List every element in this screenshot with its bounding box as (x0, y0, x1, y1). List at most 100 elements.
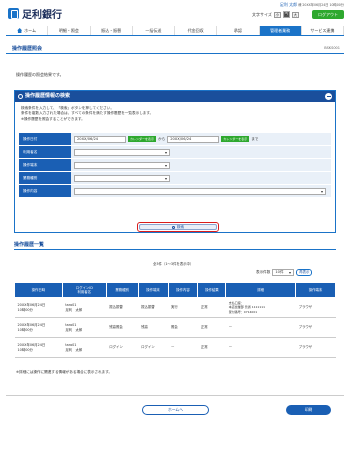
terminal-select[interactable] (74, 161, 170, 169)
cell-terminal: 残高 (138, 317, 168, 338)
cell-datetime: 20XX年06月24日 10時00分 (14, 297, 63, 318)
bank-logo[interactable]: 足利銀行 (8, 6, 62, 21)
category-label: 業務種別 (19, 172, 71, 184)
cell-detail: ー (225, 317, 296, 338)
table-row: 20XX年06月24日 10時00分 taro01 足利 太郎 残高照会 残高 … (14, 317, 336, 338)
cell-user: taro01 足利 太郎 (62, 297, 107, 318)
home-button[interactable]: ホームへ (142, 405, 209, 415)
nav-item-admin[interactable]: 管理者業務 (259, 26, 302, 35)
nav-item-approval[interactable]: 承認 (217, 26, 260, 35)
user-info: 足利 太郎 様 20XX年06月24日 10時00分 (280, 2, 344, 8)
per-page-control: 表示件数 10件 再表示 (256, 269, 313, 276)
column-header: 詳細 (225, 282, 297, 298)
user-select[interactable] (74, 148, 170, 156)
cell-datetime: 20XX年06月24日 10時00分 (14, 337, 63, 358)
user-label: 利用者名 (19, 146, 71, 158)
search-button-label: 検索 (176, 224, 185, 229)
date-from-calendar-button[interactable]: カレンダーを表示 (128, 136, 157, 142)
content-label: 操作内容 (19, 185, 71, 197)
history-table: 操作日時 ログインID 利用者名 業務種別 操作端末 操作内容 操作結果 詳細 … (14, 282, 336, 358)
date-to-sep: まで (251, 136, 259, 141)
date-range: 20XX/06/24 カレンダーを表示 から 20XX/06/24 カレンダーを… (71, 133, 331, 145)
search-panel-header: 操作履歴情報の検索 (15, 91, 335, 102)
font-size-medium-button[interactable]: 中 (282, 11, 290, 18)
nav-item-services[interactable]: サービス連携 (302, 26, 344, 35)
global-nav: ホーム 明細・照会 振込・振替 一括伝送 代金回収 承認 管理者業務 サービス連… (6, 26, 344, 36)
column-header: ログインID 利用者名 (61, 282, 107, 298)
page-header: 操作履歴照会 BSKS001 (6, 42, 344, 54)
bank-logo-icon (8, 8, 19, 19)
cell-detail: 支払口座： 本店営業部 普通 1111111 受付番号：0714001 (225, 297, 296, 318)
redisplay-button[interactable]: 再表示 (296, 269, 313, 276)
user-name: 足利 太郎 (279, 2, 298, 7)
form-row-category: 業務種別 (19, 172, 331, 185)
page-title: 操作履歴照会 (12, 46, 43, 52)
cell-result: 正常 (197, 297, 226, 318)
search-button-highlight: 検索 (137, 222, 219, 232)
search-icon (171, 225, 175, 229)
cell-terminal: 振込振替 (138, 297, 168, 318)
logout-button[interactable]: ログアウト (312, 10, 344, 19)
search-notes: 検索条件を入力して、「検索」ボタンを押してください。 条件を複数入力された場合は… (15, 102, 335, 126)
search-button[interactable]: 検索 (139, 224, 217, 230)
column-header: 操作内容 (167, 282, 199, 298)
cell-content: ー (168, 337, 198, 358)
table-row: 20XX年06月24日 10時00分 taro01 足利 太郎 振込振替 振込振… (14, 297, 336, 318)
cell-device: ブラウザ (295, 317, 336, 338)
font-size-control: 文字サイズ 小 中 大 (252, 11, 299, 18)
nav-item-home[interactable]: ホーム (6, 26, 49, 35)
column-header: 操作端末 (295, 282, 336, 298)
cell-device: ブラウザ (295, 297, 336, 318)
nav-item-collection[interactable]: 代金回収 (175, 26, 218, 35)
search-form: 操作日付 20XX/06/24 カレンダーを表示 から 20XX/06/24 カ… (19, 133, 331, 198)
content-select[interactable] (74, 187, 326, 195)
last-login: 20XX年06月24日 10時00分 (302, 3, 344, 7)
cell-category: ログイン (106, 337, 139, 358)
result-count: 全3件（1〜3件を表示中） (153, 262, 194, 266)
search-icon (18, 94, 23, 99)
print-button[interactable]: 印刷 (286, 405, 331, 415)
font-size-large-button[interactable]: 大 (291, 11, 299, 18)
font-size-small-button[interactable]: 小 (273, 11, 281, 18)
bank-name: 足利銀行 (22, 10, 62, 21)
cell-datetime: 20XX年06月24日 10時00分 (14, 317, 63, 338)
search-panel-title: 操作履歴情報の検索 (25, 93, 71, 99)
page-code: BSKS001 (324, 46, 340, 50)
cell-result: 正常 (197, 337, 226, 358)
cell-category: 残高照会 (106, 317, 139, 338)
nav-item-transfers[interactable]: 振込・振替 (91, 26, 133, 35)
font-size-label: 文字サイズ (252, 11, 272, 17)
form-row-date: 操作日付 20XX/06/24 カレンダーを表示 から 20XX/06/24 カ… (19, 133, 331, 146)
cell-content: 実行 (168, 297, 198, 318)
table-row: 20XX年06月24日 10時00分 taro01 足利 太郎 ログイン ログイ… (14, 337, 336, 358)
search-note: ※操作履歴を照会することができます。 (21, 116, 85, 121)
column-header: 操作端末 (137, 282, 169, 298)
terminal-label: 操作端末 (19, 159, 71, 171)
user-suffix: 様 (298, 3, 302, 7)
date-to-input[interactable]: 20XX/06/24 (167, 135, 220, 143)
collapse-icon[interactable] (325, 93, 332, 100)
cell-user: taro01 足利 太郎 (62, 317, 107, 338)
nav-item-bulk[interactable]: 一括伝送 (133, 26, 175, 35)
date-label: 操作日付 (19, 133, 71, 145)
category-select[interactable] (74, 174, 170, 182)
table-header-row: 操作日時 ログインID 利用者名 業務種別 操作端末 操作内容 操作結果 詳細 … (14, 282, 336, 298)
per-page-select[interactable]: 10件 (272, 269, 295, 276)
cell-category: 振込振替 (106, 297, 139, 318)
date-from-input[interactable]: 20XX/06/24 (74, 135, 126, 143)
list-title: 操作履歴一覧 (14, 241, 336, 250)
divider (6, 395, 344, 396)
cell-device: ブラウザ (295, 337, 336, 358)
nav-item-statements[interactable]: 明細・照会 (48, 26, 91, 35)
cell-terminal: ログイン (138, 337, 168, 358)
date-from-sep: から (158, 136, 166, 141)
list-footnote: ※詳細には操作に関連する情報がある場合に表示されます。 (16, 370, 113, 374)
form-row-content: 操作内容 (19, 185, 331, 198)
cell-user: taro01 足利 太郎 (62, 337, 107, 358)
per-page-label: 表示件数 (256, 270, 271, 274)
cell-result: 正常 (197, 317, 226, 338)
top-bar: 足利銀行 足利 太郎 様 20XX年06月24日 10時00分 文字サイズ 小 … (0, 0, 350, 28)
cell-content: 照会 (168, 317, 198, 338)
date-to-calendar-button[interactable]: カレンダーを表示 (221, 136, 250, 142)
column-header: 操作結果 (197, 282, 227, 298)
